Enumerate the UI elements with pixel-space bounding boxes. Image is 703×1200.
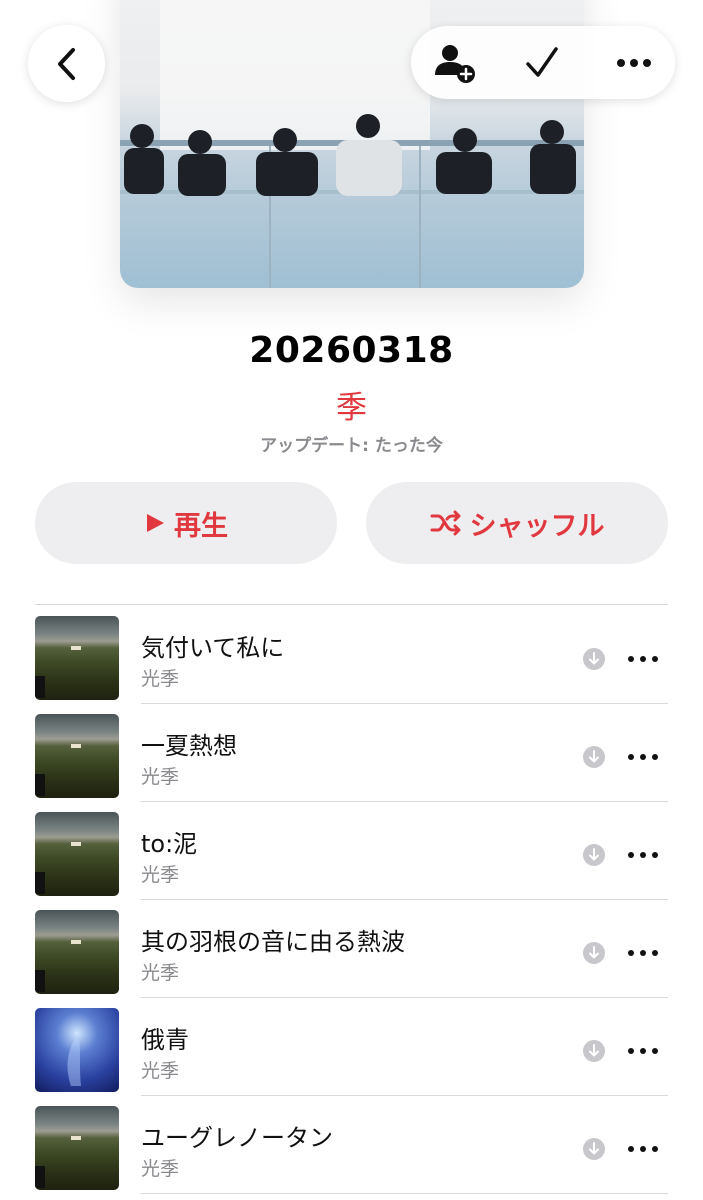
download-icon[interactable]: [583, 942, 605, 964]
track-row[interactable]: 一夏熱想 光季: [0, 704, 703, 802]
track-title: 其の羽根の音に由る熱波: [141, 928, 405, 956]
track-more-icon[interactable]: [627, 650, 659, 668]
track-artwork: [35, 910, 119, 994]
track-artist: 光季: [141, 1060, 180, 1082]
row-divider: [141, 1193, 668, 1194]
track-row[interactable]: 俄青 光季: [0, 998, 703, 1096]
track-artist: 光季: [141, 1158, 180, 1180]
shuffle-button[interactable]: シャッフル: [366, 482, 668, 564]
track-more-icon[interactable]: [627, 944, 659, 962]
list-divider: [35, 604, 668, 605]
track-title: to:泥: [141, 830, 198, 858]
track-title: ユーグレノータン: [141, 1124, 333, 1152]
added-check-button[interactable]: [507, 26, 577, 99]
chevron-left-icon: [57, 47, 75, 80]
track-artist: 光季: [141, 962, 180, 984]
track-artwork: [35, 616, 119, 700]
track-row[interactable]: 気付いて私に 光季: [0, 606, 703, 704]
track-more-icon[interactable]: [627, 1140, 659, 1158]
track-artist: 光季: [141, 668, 180, 690]
track-artwork: [35, 714, 119, 798]
track-artist: 光季: [141, 766, 180, 788]
play-icon: [144, 512, 166, 534]
ellipsis-icon: [617, 58, 651, 67]
track-row[interactable]: 其の羽根の音に由る熱波 光季: [0, 900, 703, 998]
download-icon[interactable]: [583, 1138, 605, 1160]
track-row[interactable]: to:泥 光季: [0, 802, 703, 900]
more-options-button[interactable]: [599, 26, 669, 99]
shuffle-icon: [430, 510, 462, 536]
track-more-icon[interactable]: [627, 846, 659, 864]
download-icon[interactable]: [583, 648, 605, 670]
track-title: 一夏熱想: [141, 732, 237, 760]
play-button[interactable]: 再生: [35, 482, 337, 564]
track-title: 俄青: [141, 1026, 189, 1054]
shuffle-label: シャッフル: [469, 510, 605, 542]
track-artwork: [35, 1008, 119, 1092]
add-collaborator-button[interactable]: [420, 26, 490, 99]
track-artist: 光季: [141, 864, 180, 886]
download-icon[interactable]: [583, 746, 605, 768]
playlist-curator-link[interactable]: 季: [0, 382, 703, 427]
playlist-title: 20260318: [249, 330, 454, 371]
track-row[interactable]: ユーグレノータン 光季: [0, 1096, 703, 1194]
download-icon[interactable]: [583, 1040, 605, 1062]
play-label: 再生: [174, 510, 228, 542]
checkmark-icon: [526, 46, 558, 77]
person-add-icon: [435, 44, 475, 83]
track-title: 気付いて私に: [141, 634, 285, 662]
track-artwork: [35, 812, 119, 896]
download-icon[interactable]: [583, 844, 605, 866]
track-artwork: [35, 1106, 119, 1190]
playlist-actions-pill: [411, 26, 675, 99]
updated-timestamp: アップデート: たった今: [260, 436, 443, 456]
track-more-icon[interactable]: [627, 748, 659, 766]
track-more-icon[interactable]: [627, 1042, 659, 1060]
back-button[interactable]: [28, 25, 105, 102]
